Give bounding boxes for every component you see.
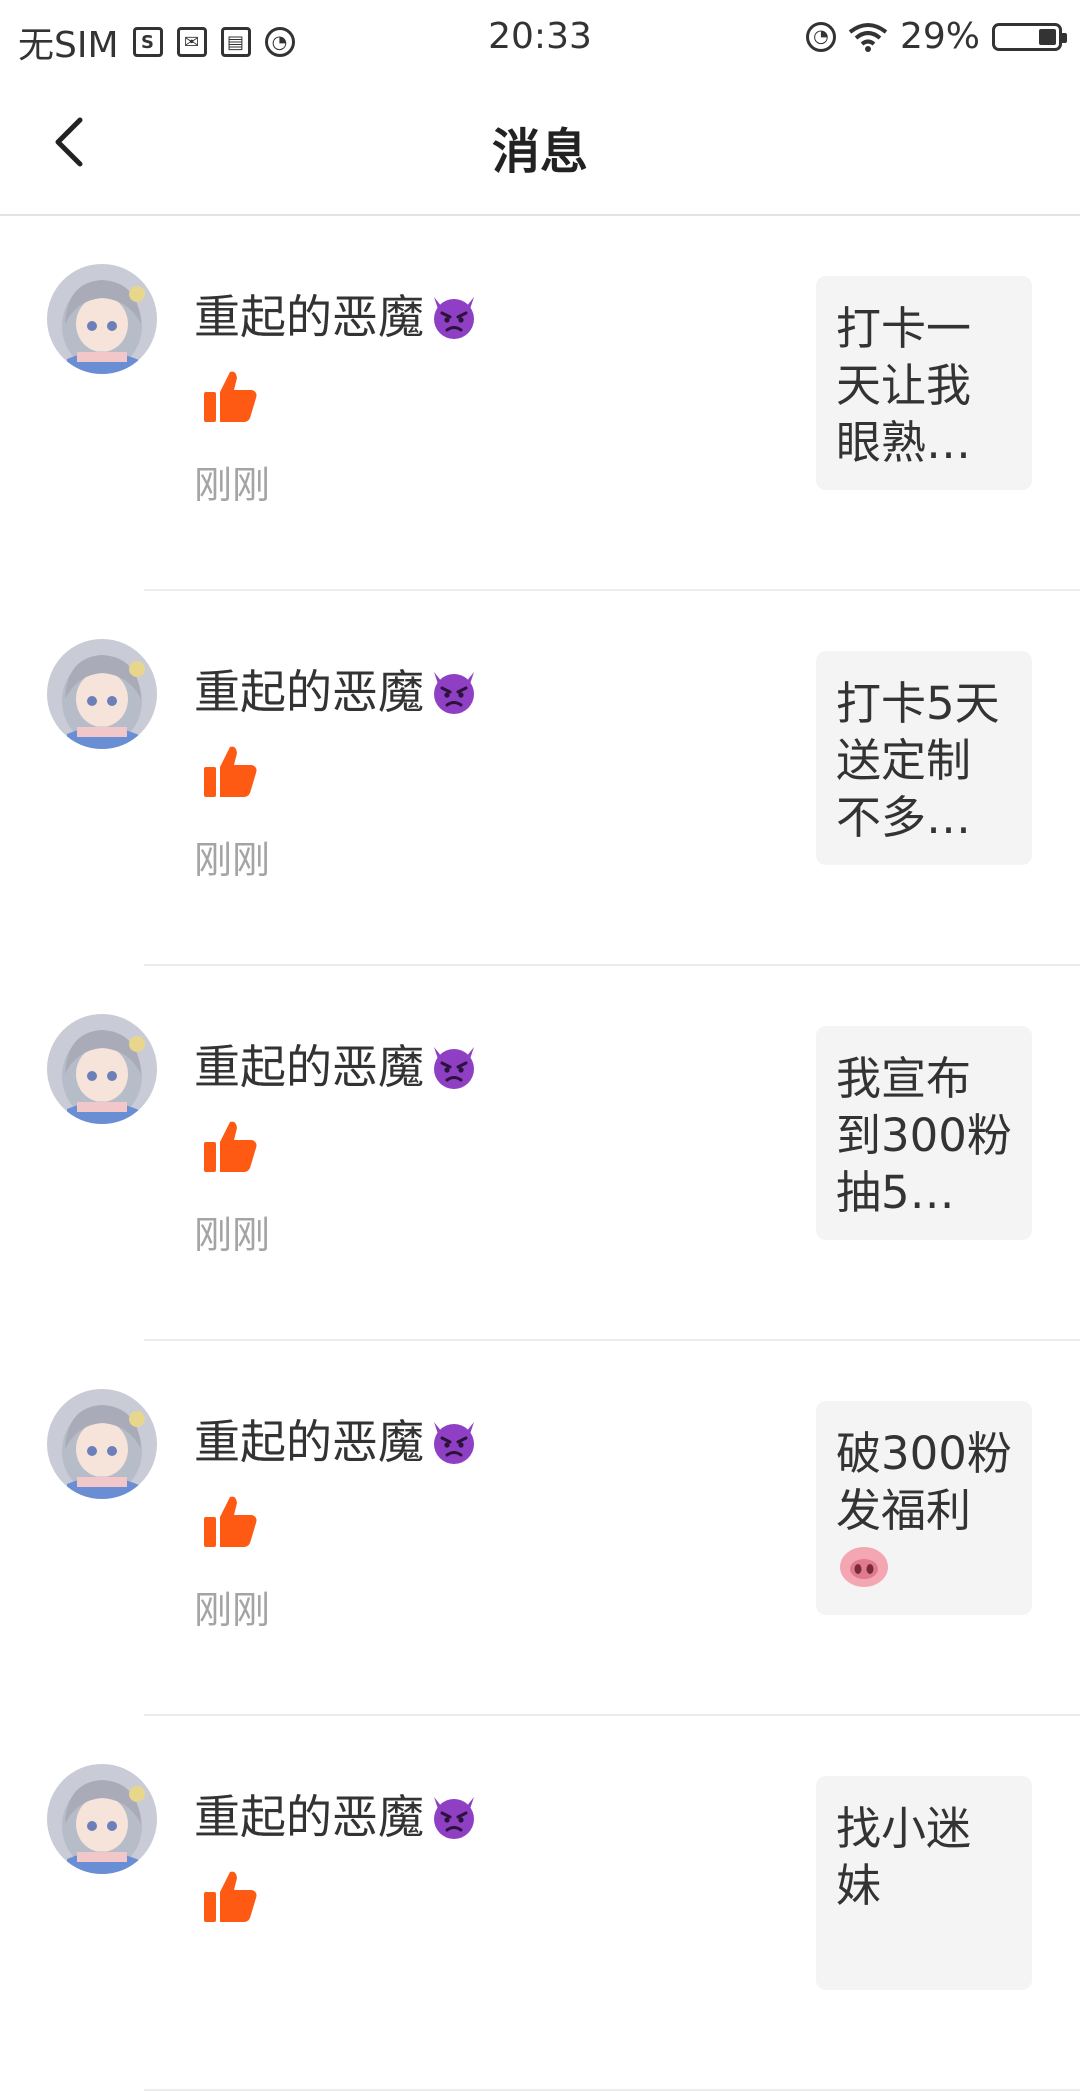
post-preview-text: 打卡一天让我眼熟… — [836, 302, 972, 469]
message-item[interactable]: 重起的恶魔 刚刚 我宣布到300粉抽5… — [0, 966, 1080, 1341]
message-item[interactable]: 重起的恶魔 刚刚 破300粉发福利 — [0, 1341, 1080, 1716]
battery-fill — [1039, 28, 1056, 45]
username[interactable]: 重起的恶魔 — [194, 656, 480, 722]
angry-devil-emoji-icon — [434, 672, 474, 714]
username-text: 重起的恶魔 — [194, 290, 424, 344]
thumbs-up-icon — [204, 1121, 257, 1172]
timestamp: 刚刚 — [194, 1213, 271, 1257]
avatar[interactable] — [47, 1389, 157, 1499]
pig-nose-emoji-icon — [840, 1547, 888, 1587]
avatar[interactable] — [47, 264, 157, 374]
post-preview[interactable]: 打卡一天让我眼熟… — [816, 276, 1032, 490]
avatar[interactable] — [47, 1014, 157, 1124]
angry-devil-emoji-icon — [434, 297, 474, 339]
message-item[interactable]: 重起的恶魔 刚刚 打卡5天送定制不多… — [0, 591, 1080, 966]
post-preview[interactable]: 我宣布到300粉抽5… — [816, 1026, 1032, 1240]
timestamp: 刚刚 — [194, 1588, 271, 1632]
timestamp: 刚刚 — [194, 463, 271, 507]
thumbs-up-icon — [204, 746, 257, 797]
username[interactable]: 重起的恶魔 — [194, 1406, 480, 1472]
username-text: 重起的恶魔 — [194, 1040, 424, 1094]
status-bar: 无SIM S ✉ ▤ ◔ 20:33 ◔ 29% — [0, 0, 1080, 74]
username-text: 重起的恶魔 — [194, 1415, 424, 1469]
avatar[interactable] — [47, 1764, 157, 1874]
post-preview-text: 我宣布到300粉抽5… — [836, 1052, 1012, 1219]
username[interactable]: 重起的恶魔 — [194, 1031, 480, 1097]
battery-percent: 29% — [899, 16, 980, 57]
thumbs-up-icon — [204, 371, 257, 422]
angry-devil-emoji-icon — [434, 1047, 474, 1089]
post-preview-text: 找小迷妹 — [836, 1802, 972, 1912]
header-bar: 消息 — [0, 74, 1080, 216]
username[interactable]: 重起的恶魔 — [194, 281, 480, 347]
thumbs-up-icon — [204, 1871, 257, 1922]
post-preview-text: 破300粉发福利 — [836, 1425, 1012, 1596]
username-text: 重起的恶魔 — [194, 665, 424, 719]
angry-devil-emoji-icon — [434, 1422, 474, 1464]
username-text: 重起的恶魔 — [194, 1790, 424, 1844]
page-title: 消息 — [491, 124, 588, 180]
post-preview[interactable]: 打卡5天送定制不多… — [816, 651, 1032, 865]
wifi-icon — [848, 22, 888, 52]
alarm-icon: ◔ — [805, 21, 836, 52]
message-item[interactable]: 重起的恶魔 刚刚 打卡一天让我眼熟… — [0, 216, 1080, 591]
post-preview-text: 打卡5天送定制不多… — [836, 677, 1000, 844]
post-preview[interactable]: 破300粉发福利 — [816, 1401, 1032, 1615]
battery-icon — [992, 22, 1067, 51]
angry-devil-emoji-icon — [434, 1797, 474, 1839]
username[interactable]: 重起的恶魔 — [194, 1781, 480, 1847]
avatar[interactable] — [47, 639, 157, 749]
thumbs-up-icon — [204, 1496, 257, 1547]
message-item[interactable]: 重起的恶魔 找小迷妹 — [0, 1716, 1080, 2091]
post-preview[interactable]: 找小迷妹 — [816, 1776, 1032, 1990]
timestamp: 刚刚 — [194, 838, 271, 882]
